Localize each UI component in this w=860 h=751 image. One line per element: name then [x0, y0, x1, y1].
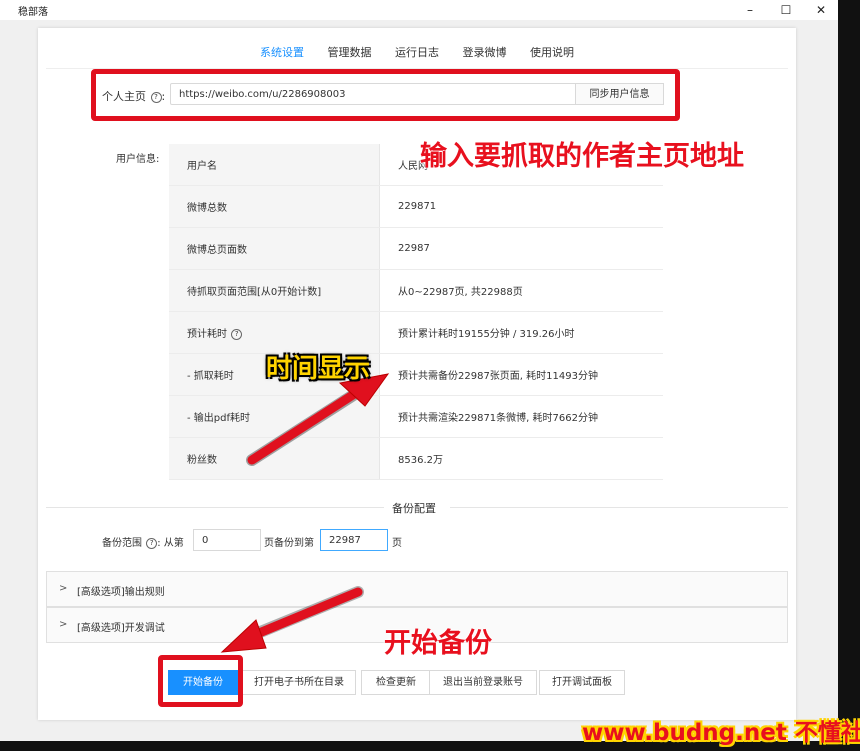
- highlight-box-homepage: [91, 69, 680, 121]
- info-value-followers: 8536.2万: [379, 437, 663, 480]
- annotation-start-hint: 开始备份: [384, 628, 492, 659]
- table-row: 微博总数 229871: [169, 185, 663, 228]
- main-panel: 系统设置 管理数据 运行日志 登录微博 使用说明 个人主页 ?: https:/…: [38, 28, 796, 720]
- info-value-page-range: 从0~22987页, 共22988页: [379, 269, 663, 312]
- info-value-post-count: 229871: [379, 185, 663, 228]
- check-update-button[interactable]: 检查更新: [361, 670, 431, 695]
- open-debug-panel-button[interactable]: 打开调试面板: [539, 670, 625, 695]
- section-divider-left: [46, 507, 384, 508]
- info-key-post-count: 微博总数: [169, 185, 380, 228]
- info-key-page-count: 微博总页面数: [169, 227, 380, 270]
- tab-system-settings[interactable]: 系统设置: [260, 44, 304, 60]
- range-to-input[interactable]: 22987: [320, 529, 388, 551]
- logout-button[interactable]: 退出当前登录账号: [429, 670, 537, 695]
- collapse-dev-debug-label: [高级选项]开发调试: [77, 623, 165, 634]
- minimize-button[interactable]: –: [735, 1, 765, 19]
- highlight-box-start: [158, 655, 243, 707]
- user-info-label: 用户信息:: [116, 154, 160, 165]
- open-ebook-dir-button[interactable]: 打开电子书所在目录: [242, 670, 356, 695]
- table-row: 待抓取页面范围[从0开始计数] 从0~22987页, 共22988页: [169, 269, 663, 312]
- maximize-button[interactable]: ☐: [771, 1, 801, 19]
- info-value-estimated-time: 预计累计耗时19155分钟 / 319.26小时: [379, 311, 663, 354]
- action-buttons: 开始备份 打开电子书所在目录 检查更新 退出当前登录账号 打开调试面板: [38, 670, 796, 695]
- info-key-estimated-time-text: 预计耗时: [187, 329, 227, 340]
- info-value-fetch-time: 预计共需备份22987张页面, 耗时11493分钟: [379, 353, 663, 396]
- table-row: - 输出pdf耗时 预计共需渲染229871条微博, 耗时7662分钟: [169, 395, 663, 438]
- annotation-time-hint: 时间显示: [266, 354, 371, 384]
- info-key-pdf-time: - 输出pdf耗时: [169, 395, 380, 438]
- tab-login-weibo[interactable]: 登录微博: [463, 44, 507, 60]
- tab-run-log[interactable]: 运行日志: [395, 44, 439, 60]
- backup-range-label-text: 备份范围: [102, 538, 142, 549]
- title-bar: 稳部落 – ☐ ✕: [0, 0, 838, 20]
- nav-tabs: 系统设置 管理数据 运行日志 登录微博 使用说明: [38, 44, 796, 60]
- info-key-page-range: 待抓取页面范围[从0开始计数]: [169, 269, 380, 312]
- close-button[interactable]: ✕: [806, 1, 836, 19]
- user-info-table: 用户名 人民网 微博总数 229871 微博总页面数 22987 待抓取页面范围…: [169, 144, 663, 480]
- table-row: 微博总页面数 22987: [169, 227, 663, 270]
- section-divider-right: [450, 507, 788, 508]
- tab-manage-data[interactable]: 管理数据: [328, 44, 372, 60]
- help-icon[interactable]: ?: [231, 328, 243, 340]
- info-value-pdf-time: 预计共需渲染229871条微博, 耗时7662分钟: [379, 395, 663, 438]
- info-value-page-count: 22987: [379, 227, 663, 270]
- info-key-username: 用户名: [169, 144, 380, 186]
- chevron-right-icon: >: [59, 619, 68, 630]
- help-icon[interactable]: ?: [146, 537, 158, 549]
- range-mid-label: 页备份到第: [264, 538, 314, 549]
- collapse-output-rules-label: [高级选项]输出规则: [77, 587, 165, 598]
- backup-config-title: 备份配置: [392, 502, 436, 515]
- table-row: - 抓取耗时 预计共需备份22987张页面, 耗时11493分钟: [169, 353, 663, 396]
- info-key-followers: 粉丝数: [169, 437, 380, 480]
- range-from-input[interactable]: 0: [193, 529, 261, 551]
- window-edge-right: [838, 0, 860, 751]
- annotation-homepage-hint: 输入要抓取的作者主页地址: [420, 141, 744, 172]
- collapse-output-rules[interactable]: > [高级选项]输出规则: [46, 571, 788, 607]
- tab-instructions[interactable]: 使用说明: [530, 44, 574, 60]
- backup-range-label: 备份范围 ?: 从第: [102, 534, 184, 549]
- range-end-label: 页: [392, 538, 402, 549]
- table-row: 粉丝数 8536.2万: [169, 437, 663, 480]
- window-title: 稳部落: [18, 7, 48, 18]
- chevron-right-icon: >: [59, 583, 68, 594]
- table-row: 预计耗时 ? 预计累计耗时19155分钟 / 319.26小时: [169, 311, 663, 354]
- from-label: : 从第: [157, 538, 184, 549]
- watermark: www.budng.net 不懂社区: [582, 720, 860, 746]
